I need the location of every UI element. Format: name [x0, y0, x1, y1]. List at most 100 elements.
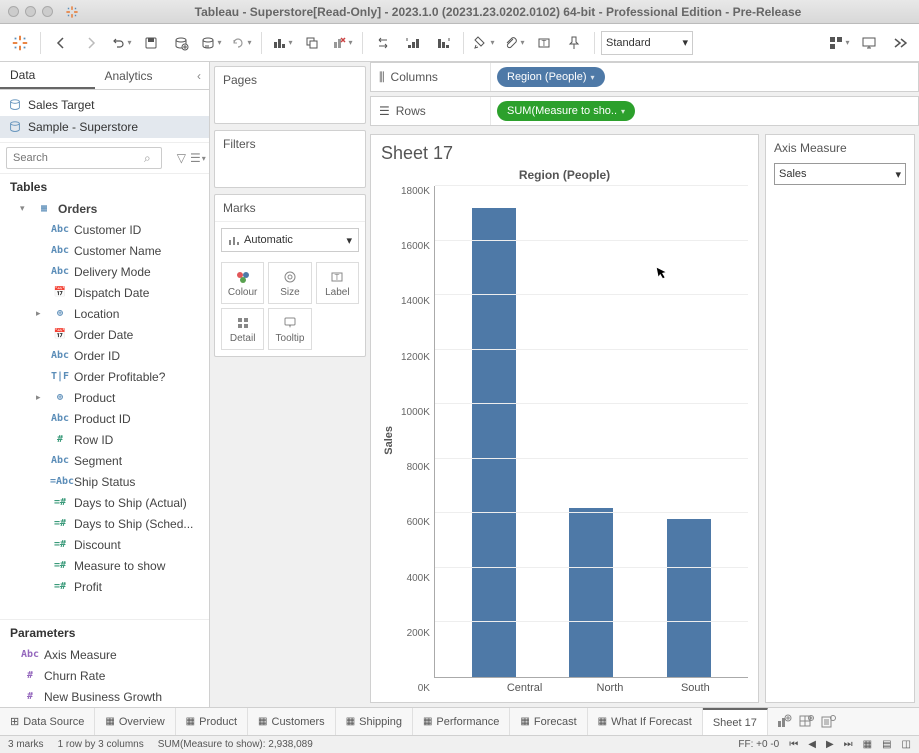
maximize-window-icon[interactable]: [42, 6, 53, 17]
columns-shelf[interactable]: ⫼Columns Region (People)▾: [370, 62, 919, 92]
field-item[interactable]: 📅Dispatch Date: [0, 282, 209, 303]
bar-mark[interactable]: [472, 208, 516, 677]
undo-button[interactable]: [107, 29, 135, 57]
search-input[interactable]: [6, 147, 162, 169]
refresh-button[interactable]: [227, 29, 255, 57]
swap-button[interactable]: [369, 29, 397, 57]
field-item[interactable]: ▸⊕Location: [0, 303, 209, 324]
table-group-orders[interactable]: ▾ ▦ Orders: [0, 198, 209, 219]
field-item[interactable]: AbcSegment: [0, 450, 209, 471]
attach-button[interactable]: [500, 29, 528, 57]
tooltip-button[interactable]: Tooltip: [268, 308, 311, 350]
tab-data[interactable]: Data: [0, 62, 95, 89]
datatype-icon: 📅: [50, 329, 70, 340]
parameter-item[interactable]: #New Business Growth: [0, 686, 209, 707]
tableau-start-button[interactable]: [6, 29, 34, 57]
bar-mark[interactable]: [569, 508, 613, 677]
new-story-tab-button[interactable]: [820, 714, 836, 730]
sort-desc-button[interactable]: [429, 29, 457, 57]
clear-sheet-button[interactable]: [328, 29, 356, 57]
new-worksheet-tab-button[interactable]: [776, 714, 792, 730]
filters-shelf[interactable]: Filters: [214, 130, 366, 188]
field-item[interactable]: AbcCustomer Name: [0, 240, 209, 261]
filter-icon[interactable]: ▽: [177, 149, 186, 167]
size-button[interactable]: Size: [268, 262, 311, 304]
pages-shelf[interactable]: Pages: [214, 66, 366, 124]
show-me-button[interactable]: [825, 29, 853, 57]
datatype-icon: Abc: [50, 455, 70, 466]
svg-text:T: T: [335, 273, 340, 282]
bars-zone[interactable]: [434, 186, 748, 678]
bar-mark[interactable]: [667, 519, 711, 677]
datasource-item[interactable]: Sales Target: [0, 94, 209, 116]
presentation-button[interactable]: [855, 29, 883, 57]
field-item[interactable]: =#Days to Ship (Actual): [0, 492, 209, 513]
field-item[interactable]: #Row ID: [0, 429, 209, 450]
field-item[interactable]: =AbcShip Status: [0, 471, 209, 492]
close-window-icon[interactable]: [8, 6, 19, 17]
sheet-tab[interactable]: ▦What If Forecast: [588, 708, 703, 735]
field-item[interactable]: =#Measure to show: [0, 555, 209, 576]
sheet-tab[interactable]: ▦Product: [176, 708, 248, 735]
sheet-tab[interactable]: ▦Customers: [248, 708, 336, 735]
field-item[interactable]: 📅Order Date: [0, 324, 209, 345]
nav-last-icon[interactable]: ⏭: [844, 739, 853, 750]
field-item[interactable]: AbcProduct ID: [0, 408, 209, 429]
sheet-tab[interactable]: Sheet 17: [703, 708, 768, 735]
visualization[interactable]: Sheet 17 Region (People) Sales 1800K1600…: [370, 134, 759, 703]
nav-first-icon[interactable]: ⏮: [789, 739, 798, 750]
nav-next-icon[interactable]: ▶: [826, 739, 834, 750]
filmstrip-icon[interactable]: ▦: [863, 739, 872, 750]
label-button[interactable]: TLabel: [316, 262, 359, 304]
new-worksheet-button[interactable]: [268, 29, 296, 57]
duplicate-sheet-button[interactable]: [298, 29, 326, 57]
field-item[interactable]: AbcCustomer ID: [0, 219, 209, 240]
rows-pill-measure[interactable]: SUM(Measure to sho..▾: [497, 101, 635, 121]
show-tabs-icon[interactable]: ◫: [902, 739, 911, 750]
detail-icon: [235, 315, 251, 331]
save-button[interactable]: [137, 29, 165, 57]
window-controls[interactable]: [8, 6, 53, 17]
highlight-button[interactable]: [470, 29, 498, 57]
field-item[interactable]: =#Discount: [0, 534, 209, 555]
field-item[interactable]: =#Profit: [0, 576, 209, 597]
sheet-tab[interactable]: ▦Overview: [95, 708, 175, 735]
field-item[interactable]: ▸⊕Product: [0, 387, 209, 408]
sheet-tab[interactable]: ▦Shipping: [336, 708, 413, 735]
detail-button[interactable]: Detail: [221, 308, 264, 350]
fit-dropdown[interactable]: Standard▾: [601, 31, 693, 55]
rows-shelf[interactable]: ☰Rows SUM(Measure to sho..▾: [370, 96, 919, 126]
nav-prev-icon[interactable]: ◀: [808, 739, 816, 750]
parameter-item[interactable]: #Churn Rate: [0, 665, 209, 686]
sheet-title[interactable]: Sheet 17: [381, 143, 748, 164]
collapse-sidebar-button[interactable]: ‹: [189, 62, 209, 89]
sort-asc-button[interactable]: [399, 29, 427, 57]
view-options-icon[interactable]: ☰: [190, 149, 206, 167]
new-data-button[interactable]: [167, 29, 195, 57]
sort-view-icon[interactable]: ▤: [882, 739, 891, 750]
back-button[interactable]: [47, 29, 75, 57]
more-toolbar-button[interactable]: [885, 29, 913, 57]
field-item[interactable]: AbcOrder ID: [0, 345, 209, 366]
sheet-tab[interactable]: ▦Performance: [413, 708, 510, 735]
parameter-item[interactable]: AbcAxis Measure: [0, 644, 209, 665]
datatype-icon: 📅: [50, 287, 70, 298]
colour-button[interactable]: Colour: [221, 262, 264, 304]
pin-button[interactable]: [560, 29, 588, 57]
tab-analytics[interactable]: Analytics: [95, 62, 190, 89]
field-item[interactable]: =#Days to Ship (Sched...: [0, 513, 209, 534]
text-box-button[interactable]: T: [530, 29, 558, 57]
pause-updates-button[interactable]: [197, 29, 225, 57]
columns-pill-region[interactable]: Region (People)▾: [497, 67, 605, 87]
minimize-window-icon[interactable]: [25, 6, 36, 17]
marks-type-dropdown[interactable]: Automatic ▾: [221, 228, 359, 252]
new-dashboard-tab-button[interactable]: [798, 714, 814, 730]
field-item[interactable]: AbcDelivery Mode: [0, 261, 209, 282]
colour-icon: [235, 269, 251, 285]
data-source-tab[interactable]: ⊞Data Source: [0, 708, 95, 735]
sheet-tab[interactable]: ▦Forecast: [510, 708, 587, 735]
datasource-item[interactable]: Sample - Superstore: [0, 116, 209, 138]
axis-measure-dropdown[interactable]: Sales▾: [774, 163, 906, 185]
field-item[interactable]: T|FOrder Profitable?: [0, 366, 209, 387]
forward-button[interactable]: [77, 29, 105, 57]
